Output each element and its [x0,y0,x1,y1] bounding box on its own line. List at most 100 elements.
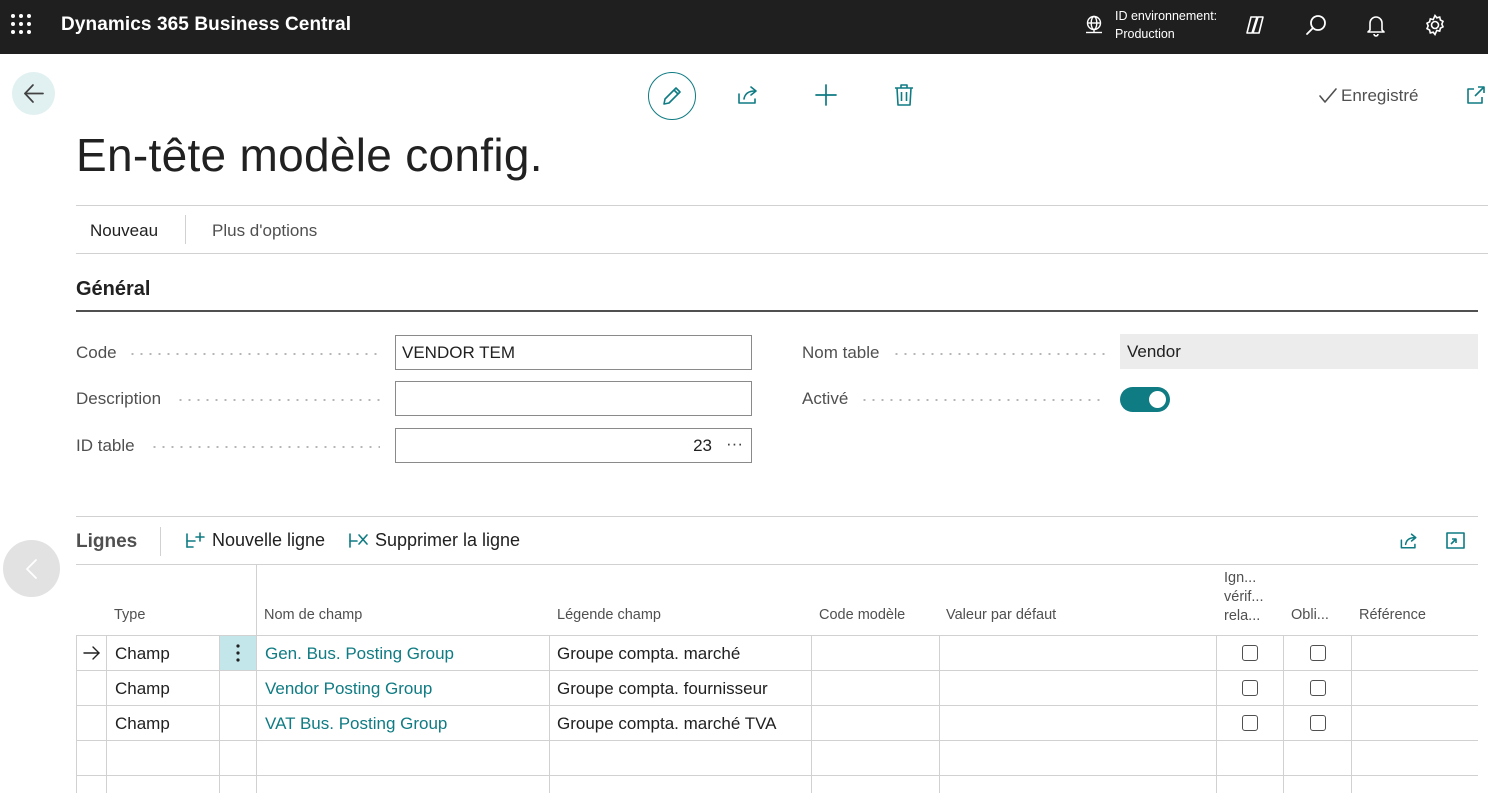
description-field[interactable] [395,381,752,416]
general-section-title[interactable]: Général [76,278,150,301]
row-menu-button[interactable] [220,636,256,670]
column-header-mandatory[interactable]: Obli... [1291,607,1329,623]
row-divider [76,670,1478,671]
app-header: Dynamics 365 Business Central ID environ… [0,0,1488,54]
app-title[interactable]: Dynamics 365 Business Central [61,14,351,36]
column-divider [106,635,107,793]
popout-button[interactable] [1465,84,1487,106]
share-button[interactable] [735,82,765,112]
environment-label: ID environnement: [1115,9,1218,23]
environment-value: Production [1115,27,1175,41]
label-leader [176,399,380,401]
new-line-button[interactable]: Nouvelle ligne [185,530,325,551]
new-action[interactable]: Nouveau [90,221,158,241]
column-header-line: vérif... [1224,589,1264,605]
toggle-knob [1149,391,1166,408]
column-header-template-code[interactable]: Code modèle [819,607,905,623]
copilot-icon[interactable] [1243,13,1267,37]
column-divider [1351,635,1352,793]
back-arrow-icon [24,84,44,103]
more-options-action[interactable]: Plus d'options [212,221,317,241]
new-line-icon [186,532,205,548]
mandatory-checkbox[interactable] [1310,645,1326,661]
column-divider [549,635,550,793]
row-type[interactable]: Champ [115,714,170,734]
column-header-default-value[interactable]: Valeur par défaut [946,607,1056,623]
code-label: Code [76,343,117,362]
checkmark-icon [1319,88,1337,103]
column-divider [1283,635,1284,793]
column-header-reference[interactable]: Référence [1359,607,1426,623]
gear-icon[interactable] [1423,13,1447,37]
column-header-field-name[interactable]: Nom de champ [264,607,362,623]
row-divider [76,740,1478,741]
label-leader [860,399,1106,401]
enabled-toggle[interactable] [1120,387,1170,412]
lines-share-button[interactable] [1398,530,1420,552]
table-name-label: Nom table [802,343,880,362]
table-id-label: ID table [76,436,135,455]
column-divider [811,635,812,793]
label-leader [150,446,380,448]
row-field-name-link[interactable]: Gen. Bus. Posting Group [265,644,454,664]
delete-button[interactable] [891,82,921,112]
column-divider [939,635,940,793]
waffle-icon[interactable] [10,13,32,35]
row-divider [76,705,1478,706]
skip-relation-check-checkbox[interactable] [1242,715,1258,731]
column-divider [256,565,257,635]
column-header-type[interactable]: Type [114,607,145,623]
code-field[interactable]: VENDOR TEM [395,335,752,370]
column-header-line: rela... [1224,608,1261,624]
action-bar: Nouveau Plus d'options [76,205,1488,254]
environment-info[interactable]: ID environnement: Production [1115,7,1217,43]
edit-button[interactable] [648,72,696,120]
mandatory-checkbox[interactable] [1310,715,1326,731]
share-icon [738,86,757,104]
row-type[interactable]: Champ [115,679,170,699]
row-menu-icon [236,644,240,662]
table-id-value: 23 [693,436,712,455]
table-id-field[interactable]: 23 ··· [395,428,752,463]
row-divider [76,775,1478,776]
description-label: Description [76,389,162,408]
label-leader [128,353,380,355]
row-field-name-link[interactable]: Vendor Posting Group [265,679,432,699]
lines-title[interactable]: Lignes [76,531,137,553]
column-divider [256,635,257,793]
delete-icon [895,84,913,106]
mandatory-checkbox[interactable] [1310,680,1326,696]
column-header-line: Ign... [1224,570,1257,586]
row-field-name-link[interactable]: VAT Bus. Posting Group [265,714,447,734]
row-type[interactable]: Champ [115,644,170,664]
share-icon [1400,533,1417,549]
add-button[interactable] [813,82,843,112]
row-divider [76,635,1478,636]
lines-expand-button[interactable] [1445,530,1467,552]
new-line-label: Nouvelle ligne [212,530,326,550]
expand-icon [1446,532,1465,549]
column-header-skip-relation-check[interactable]: Ign... vérif... rela... [1224,569,1263,626]
enabled-label: Activé [802,389,849,408]
column-header-field-caption[interactable]: Légende champ [557,607,661,623]
previous-record-button[interactable] [3,540,60,597]
globe-icon [1084,15,1104,35]
label-leader [892,353,1106,355]
lookup-button[interactable]: ··· [726,427,743,460]
chevron-left-icon [26,559,37,579]
skip-relation-check-checkbox[interactable] [1242,680,1258,696]
column-divider [1216,635,1217,793]
current-row-arrow-icon [82,645,101,661]
skip-relation-check-checkbox[interactable] [1242,645,1258,661]
row-field-caption: Groupe compta. marché [557,644,741,663]
back-button[interactable] [12,72,55,115]
add-icon [815,84,837,106]
lines-separator [160,527,161,556]
table-name-field: Vendor [1120,334,1478,369]
delete-line-button[interactable]: Supprimer la ligne [348,530,520,551]
page-title: En-tête modèle config. [76,129,543,181]
save-status: Enregistré [1318,86,1418,106]
search-icon[interactable] [1304,13,1328,37]
delete-line-label: Supprimer la ligne [375,530,521,550]
bell-icon[interactable] [1364,13,1388,37]
